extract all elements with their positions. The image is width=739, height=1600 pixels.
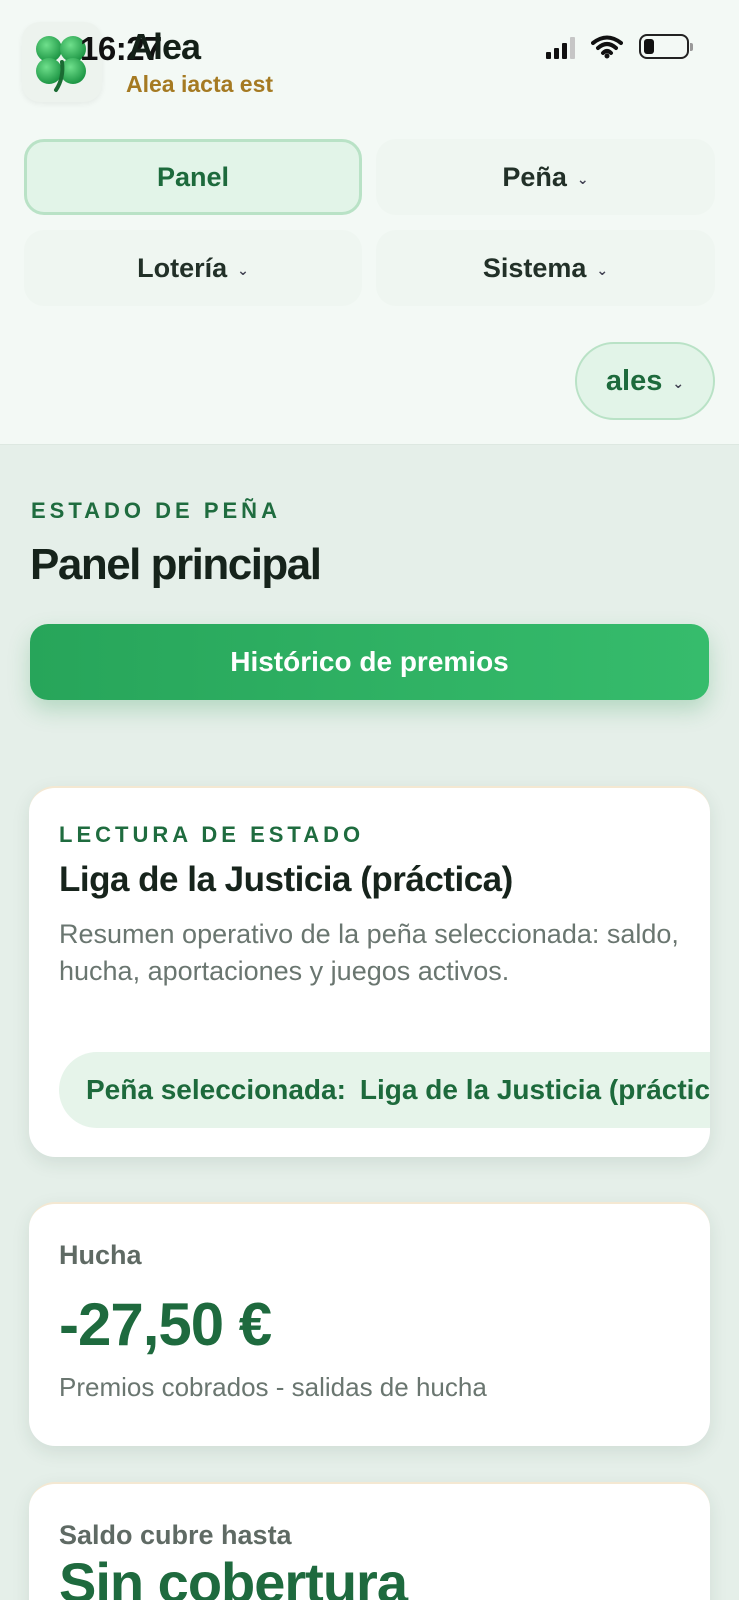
nav-pena-label: Peña [502,161,567,192]
nav-pena-dropdown[interactable]: Peña ⌄ [376,139,715,215]
hucha-card: Hucha -27,50 € Premios cobrados - salida… [29,1202,710,1446]
hucha-caption: Premios cobrados - salidas de hucha [59,1372,487,1402]
wifi-icon [591,35,623,58]
nav-panel-label: Panel [156,161,230,192]
chevron-down-icon: ⌄ [237,261,249,278]
status-card-eyebrow: LECTURA DE ESTADO [59,822,365,847]
app-header: 16:27 Alea Alea iacta est Panel Peña ⌄ L… [0,0,739,445]
hucha-value: -27,50 € [59,1291,272,1358]
nav-loteria-dropdown[interactable]: Lotería ⌄ [24,230,362,306]
selected-pena-label: Peña seleccionada: [86,1074,346,1105]
nav-sistema-dropdown[interactable]: Sistema ⌄ [376,230,715,306]
selected-pena-pill: Peña seleccionada: Liga de la Justicia (… [59,1052,710,1128]
chevron-down-icon: ⌄ [672,374,685,391]
battery-icon [639,34,693,59]
cellular-signal-icon [546,35,575,59]
saldo-label: Saldo cubre hasta [59,1520,292,1550]
brand-name: Alea [128,26,201,67]
status-card-title: Liga de la Justicia (práctica) [59,860,513,899]
page-title: Panel principal [30,540,322,589]
saldo-card: Saldo cubre hasta Sin cobertura [29,1482,710,1600]
selected-pena-value: Liga de la Justicia (práctica) [359,1074,710,1105]
hucha-label: Hucha [59,1240,142,1270]
nav-panel-button[interactable]: Panel [24,139,362,215]
status-card: LECTURA DE ESTADO Liga de la Justicia (p… [29,786,710,1157]
status-card-description: Resumen operativo de la peña seleccionad… [59,919,679,986]
user-menu-button[interactable]: ales ⌄ [575,342,715,420]
chevron-down-icon: ⌄ [576,170,589,187]
saldo-value: Sin cobertura [59,1551,408,1600]
status-icons [546,34,693,59]
chevron-down-icon: ⌄ [596,261,609,278]
user-name: ales [605,364,663,397]
page-eyebrow: ESTADO DE PEÑA [31,498,281,523]
nav-sistema-label: Sistema [482,252,587,283]
brand-tagline: Alea iacta est [126,71,274,97]
prize-history-button[interactable]: Histórico de premios [30,624,709,700]
nav-loteria-label: Lotería [137,252,228,283]
